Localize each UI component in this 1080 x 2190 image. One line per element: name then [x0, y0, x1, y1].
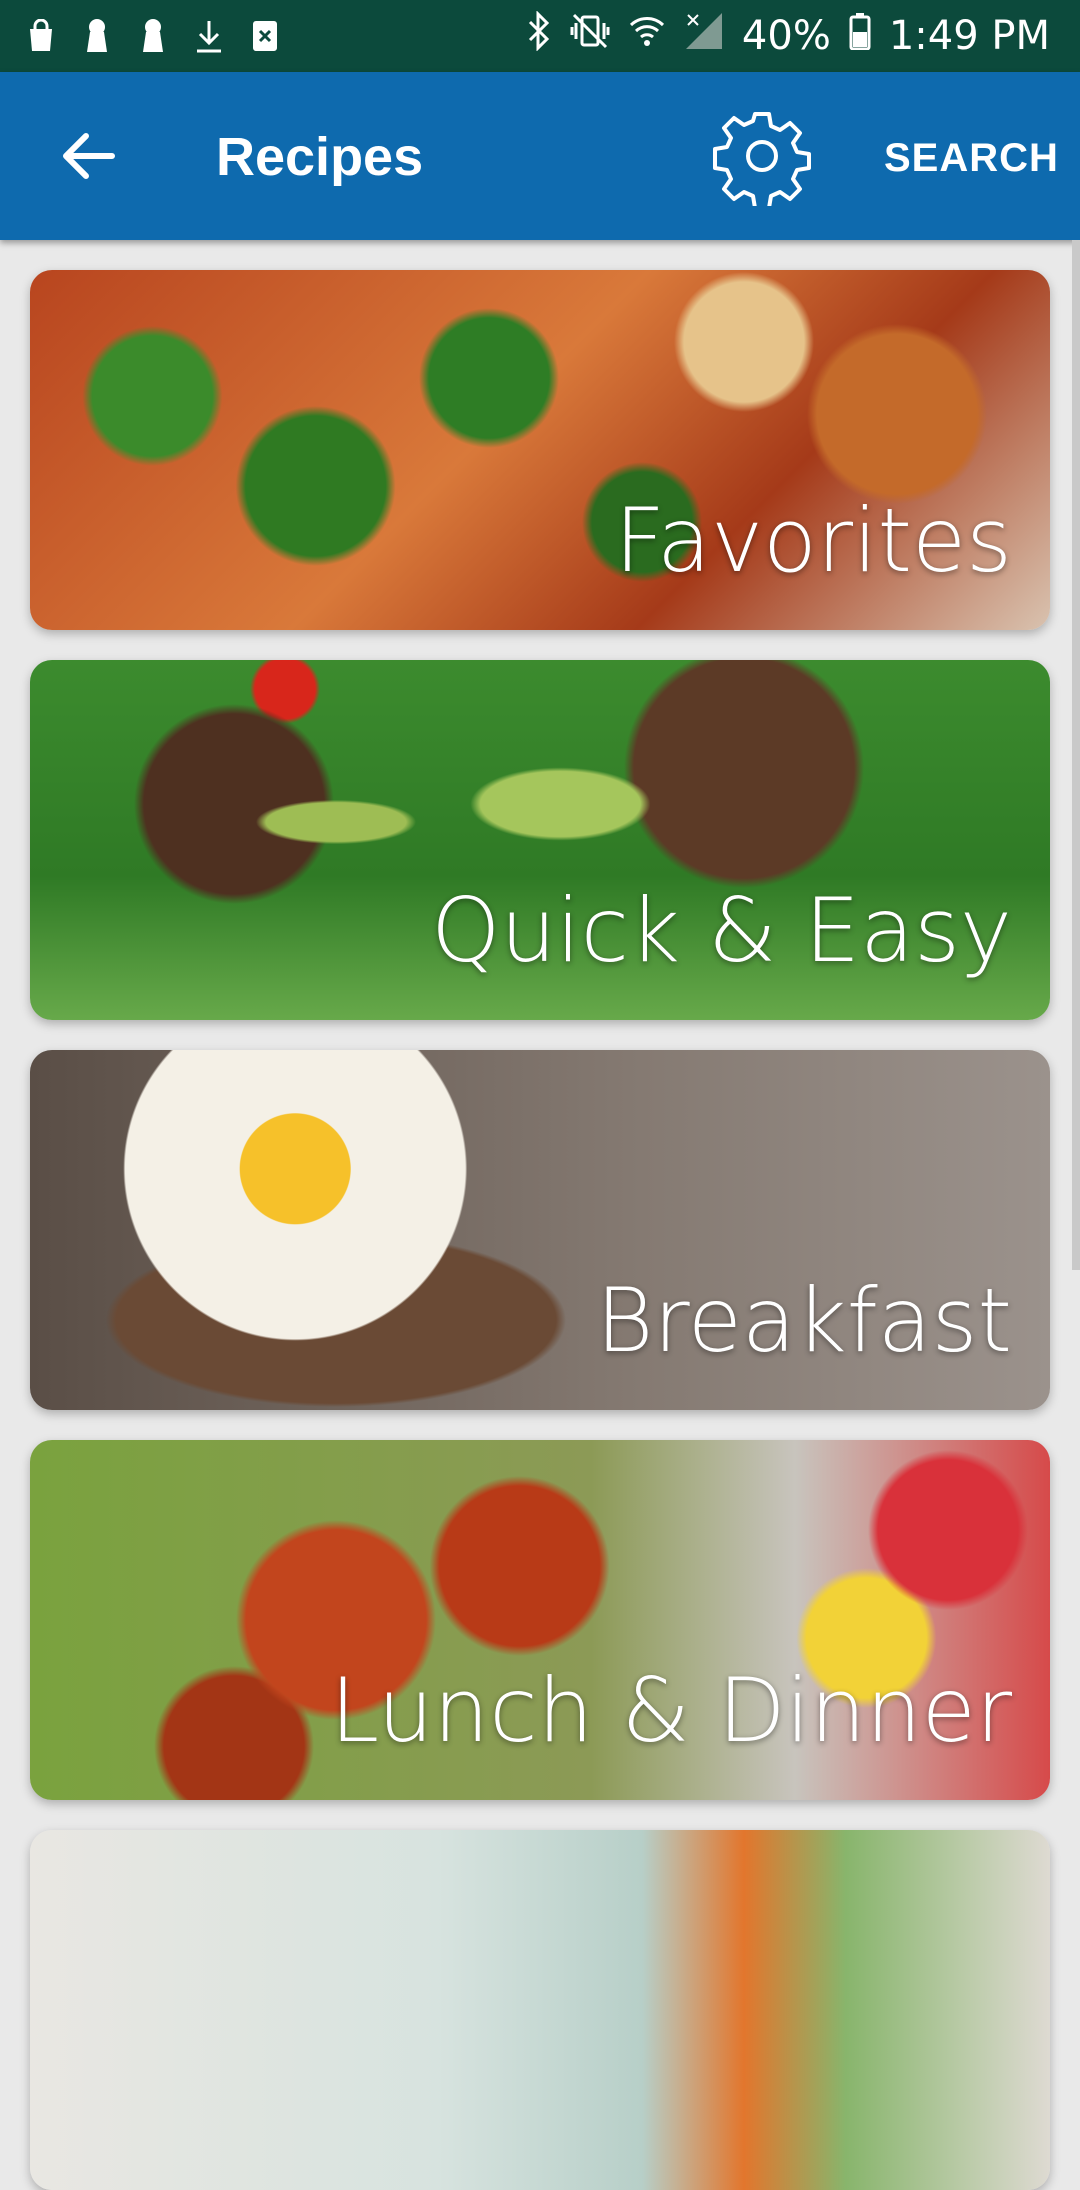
search-button[interactable]: SEARCH — [884, 136, 1059, 181]
category-label: Quick & Easy — [431, 879, 1012, 982]
wifi-icon — [628, 11, 666, 61]
notification-icons — [0, 17, 282, 55]
download-icon — [192, 17, 226, 55]
status-bar: 40% 1:49 PM — [0, 0, 1080, 72]
gear-icon — [713, 112, 811, 210]
system-status: 40% 1:49 PM — [526, 10, 1080, 61]
category-label: Breakfast — [595, 1269, 1012, 1372]
battery-percent: 40% — [741, 13, 831, 59]
bag-icon — [24, 17, 58, 55]
page-title: Recipes — [216, 127, 424, 187]
back-arrow-icon — [63, 133, 115, 179]
signal-icon — [684, 11, 724, 61]
battery-icon — [849, 12, 871, 60]
category-label: Lunch & Dinner — [330, 1659, 1012, 1762]
app-bar: Recipes SEARCH — [0, 72, 1080, 240]
category-card-favorites[interactable]: Favorites — [30, 270, 1050, 630]
category-label: Favorites — [614, 489, 1012, 592]
category-image — [30, 1830, 1050, 2190]
vibrate-icon — [570, 11, 610, 61]
clock: 1:49 PM — [888, 13, 1050, 59]
category-card-partial[interactable] — [30, 1830, 1050, 2190]
category-card-quick-easy[interactable]: Quick & Easy — [30, 660, 1050, 1020]
category-card-lunch-dinner[interactable]: Lunch & Dinner — [30, 1440, 1050, 1800]
settings-button[interactable] — [712, 106, 812, 210]
bluetooth-icon — [526, 10, 552, 61]
category-card-breakfast[interactable]: Breakfast — [30, 1050, 1050, 1410]
keyhole-icon — [136, 17, 170, 55]
scrollbar[interactable] — [1072, 240, 1080, 1270]
keyhole-icon — [80, 17, 114, 55]
back-button[interactable] — [48, 116, 128, 196]
card-icon — [248, 17, 282, 55]
